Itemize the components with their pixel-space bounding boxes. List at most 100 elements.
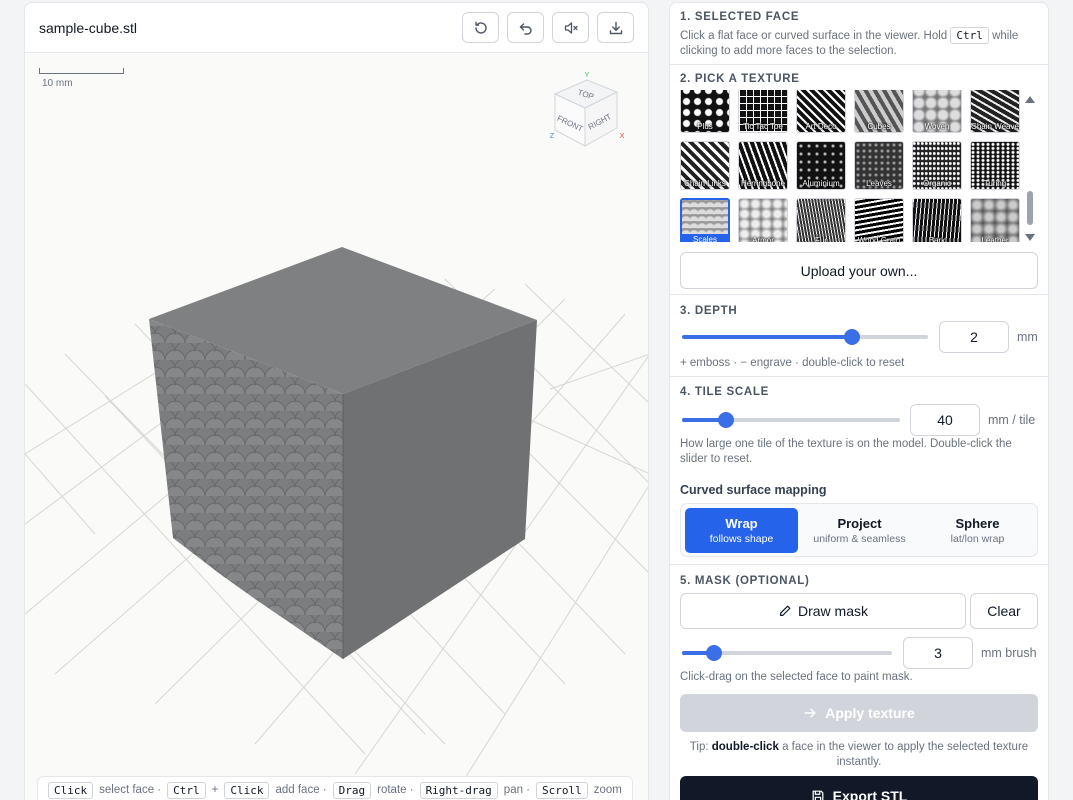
reset-view-button[interactable] [462,12,499,43]
texture-tile-art-deco[interactable]: Art Deco [796,90,846,133]
texture-label: Tic Tac Toe [743,122,783,131]
mute-button[interactable] [552,12,589,43]
texture-tile-turing[interactable]: Turing [970,141,1020,190]
mapping-option-project[interactable]: Project uniform & seamless [803,508,916,553]
section-title: 4. TILE SCALE [680,386,769,398]
texture-tile-wood-grain[interactable]: Wood Grain [854,198,904,242]
apply-texture-button[interactable]: Apply texture [680,694,1038,732]
option-title: Project [837,516,882,531]
texture-tile-bark[interactable]: Bark [912,198,962,242]
tile-scale-input[interactable]: 40 [910,404,980,436]
export-label: Export STL [832,788,908,800]
texture-label: Bark [928,236,946,242]
texture-tile-aluminium[interactable]: Aluminium [796,141,846,190]
slider-fill [682,335,852,339]
download-button[interactable] [597,12,634,43]
hint-key: Click [48,781,94,799]
help-text: clicking to add more faces to the select… [680,45,897,57]
apply-tip: Tip: double-click a face in the viewer t… [680,740,1038,770]
texture-label: Leaves [866,179,892,188]
texture-tile-woven[interactable]: Woven [912,90,962,133]
option-subtitle: lat/lon wrap [950,533,1005,545]
mapping-title: Curved surface mapping [680,483,827,497]
texture-panel: 1. SELECTED FACE Click a flat face or cu… [669,2,1049,800]
option-subtitle: follows shape [709,533,774,545]
hint-key: Click [224,781,270,799]
slider-thumb[interactable] [843,329,860,345]
3d-scene [25,247,648,795]
section-title: 2. PICK A TEXTURE [680,73,800,85]
texture-label: Turing [983,179,1007,188]
texture-tile-cubes[interactable]: Cubes [854,90,904,133]
draw-mask-button[interactable]: Draw mask [680,593,966,629]
clear-mask-button[interactable]: Clear [970,593,1038,629]
upload-texture-button[interactable]: Upload your own... [680,252,1038,289]
texture-tile-organic[interactable]: Organic [912,141,962,190]
help-text: while [992,30,1019,42]
texture-scrollbar[interactable] [1025,93,1035,241]
tile-scale-slider[interactable] [682,412,900,428]
axis-y-label: Y [585,72,590,79]
hint-key: Scroll [536,781,588,799]
brush-size-slider[interactable] [682,645,892,661]
3d-viewport[interactable]: 10 mm TOP FRONT RIGHT Y Z X Click select … [25,54,648,800]
tile-scale-unit: mm / tile [988,413,1036,427]
section-texture: 2. PICK A TEXTURE Plus Tic Tac Toe Art Dec… [670,65,1048,295]
option-subtitle: uniform & seamless [813,533,906,545]
texture-label: Organic [922,179,951,188]
texture-tile-chain-links[interactable]: Chain Links [680,141,730,190]
slider-thumb[interactable] [705,645,722,661]
section-title: 3. DEPTH [680,305,738,317]
scroll-up-icon[interactable] [1025,96,1035,103]
hint-text: pan · [503,784,531,796]
texture-tile-armor[interactable]: Armor [738,198,788,242]
texture-tile-scales[interactable]: Scales [680,198,730,242]
option-title: Sphere [955,516,1000,531]
mask-hint: Click-drag on the selected face to paint… [680,671,913,683]
tip-text: a face in the viewer to apply the select… [782,741,1029,768]
texture-label: Leather [981,236,1009,242]
mapping-option-sphere[interactable]: Sphere lat/lon wrap [921,508,1034,553]
hint-text: add face · [275,784,327,796]
undo-button[interactable] [507,12,544,43]
hint-text: zoom [593,784,622,796]
texture-tile-tic-tac-toe[interactable]: Tic Tac Toe [738,90,788,133]
option-title: Wrap [725,516,758,531]
hint-text: + [211,784,219,796]
texture-tile-leaves[interactable]: Leaves [854,141,904,190]
export-stl-button[interactable]: Export STL [680,776,1038,800]
brush-size-input[interactable]: 3 [903,637,973,669]
view-cube-widget[interactable]: TOP FRONT RIGHT Y Z X [545,70,625,150]
scroll-thumb[interactable] [1027,191,1033,225]
slider-thumb[interactable] [717,412,734,428]
depth-slider[interactable] [682,329,928,345]
texture-tile-plus[interactable]: Plus [680,90,730,133]
tile-scale-hint: How large one tile of the texture is on … [680,438,1012,465]
file-name: sample-cube.stl [39,19,138,36]
hint-key: Right-drag [419,781,498,799]
texture-tile-chain-weave[interactable]: Chain Weave [970,90,1020,133]
texture-tile-leather[interactable]: Leather [970,198,1020,242]
app-root: sample-cube.stl 10 mm TOP FRONT RIGHT Y … [0,0,1073,800]
scale-label: 10 mm [42,78,73,89]
texture-tile-fur[interactable]: Fur [796,198,846,242]
texture-grid: Plus Tic Tac Toe Art Deco Cubes Woven Chain W… [680,90,1022,242]
texture-label: Art Deco [805,122,837,131]
texture-label: Cubes [867,122,891,131]
texture-label: Aluminium [802,179,840,188]
scale-line [39,68,124,74]
draw-mask-label: Draw mask [797,603,868,619]
depth-input[interactable]: 2 [939,321,1009,353]
texture-label: Scales [682,234,728,242]
section-title: 1. SELECTED FACE [680,11,800,23]
help-text: Click a flat face or curved surface in t… [680,30,948,42]
hint-text: rotate · [377,784,414,796]
texture-label: Herringbone [740,179,786,188]
hint-text: select face · [99,784,162,796]
tip-prefix: Tip: [689,741,709,753]
mapping-option-wrap[interactable]: Wrap follows shape [685,508,798,553]
viewer-header: sample-cube.stl [25,3,648,53]
scroll-down-icon[interactable] [1025,234,1035,241]
texture-tile-herringbone[interactable]: Herringbone [738,141,788,190]
viewer-toolbar [462,12,634,43]
